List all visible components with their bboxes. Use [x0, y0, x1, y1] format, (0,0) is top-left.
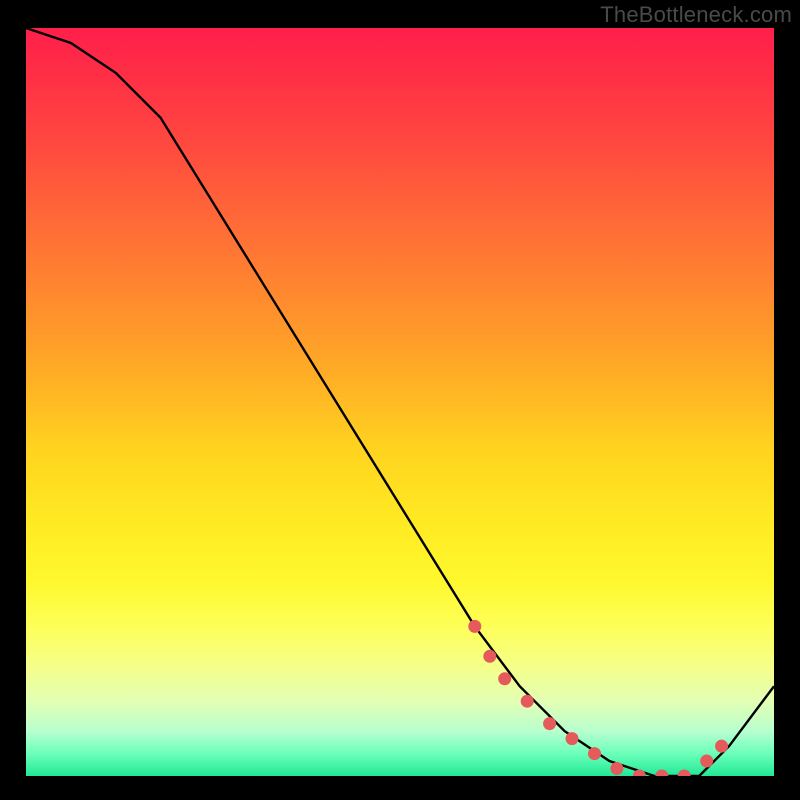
marker-dot	[543, 717, 556, 730]
bottleneck-curve	[26, 28, 774, 776]
marker-dot	[521, 695, 534, 708]
marker-dot	[678, 770, 691, 777]
marker-dot	[715, 740, 728, 753]
marker-dot	[468, 620, 481, 633]
marker-dot	[566, 732, 579, 745]
curve-svg	[26, 28, 774, 776]
marker-dot	[498, 672, 511, 685]
marker-dots	[468, 620, 728, 776]
marker-dot	[483, 650, 496, 663]
marker-dot	[655, 770, 668, 777]
watermark-text: TheBottleneck.com	[600, 2, 792, 28]
marker-dot	[588, 747, 601, 760]
chart-frame: TheBottleneck.com	[0, 0, 800, 800]
plot-area	[26, 28, 774, 776]
marker-dot	[700, 755, 713, 768]
marker-dot	[610, 762, 623, 775]
